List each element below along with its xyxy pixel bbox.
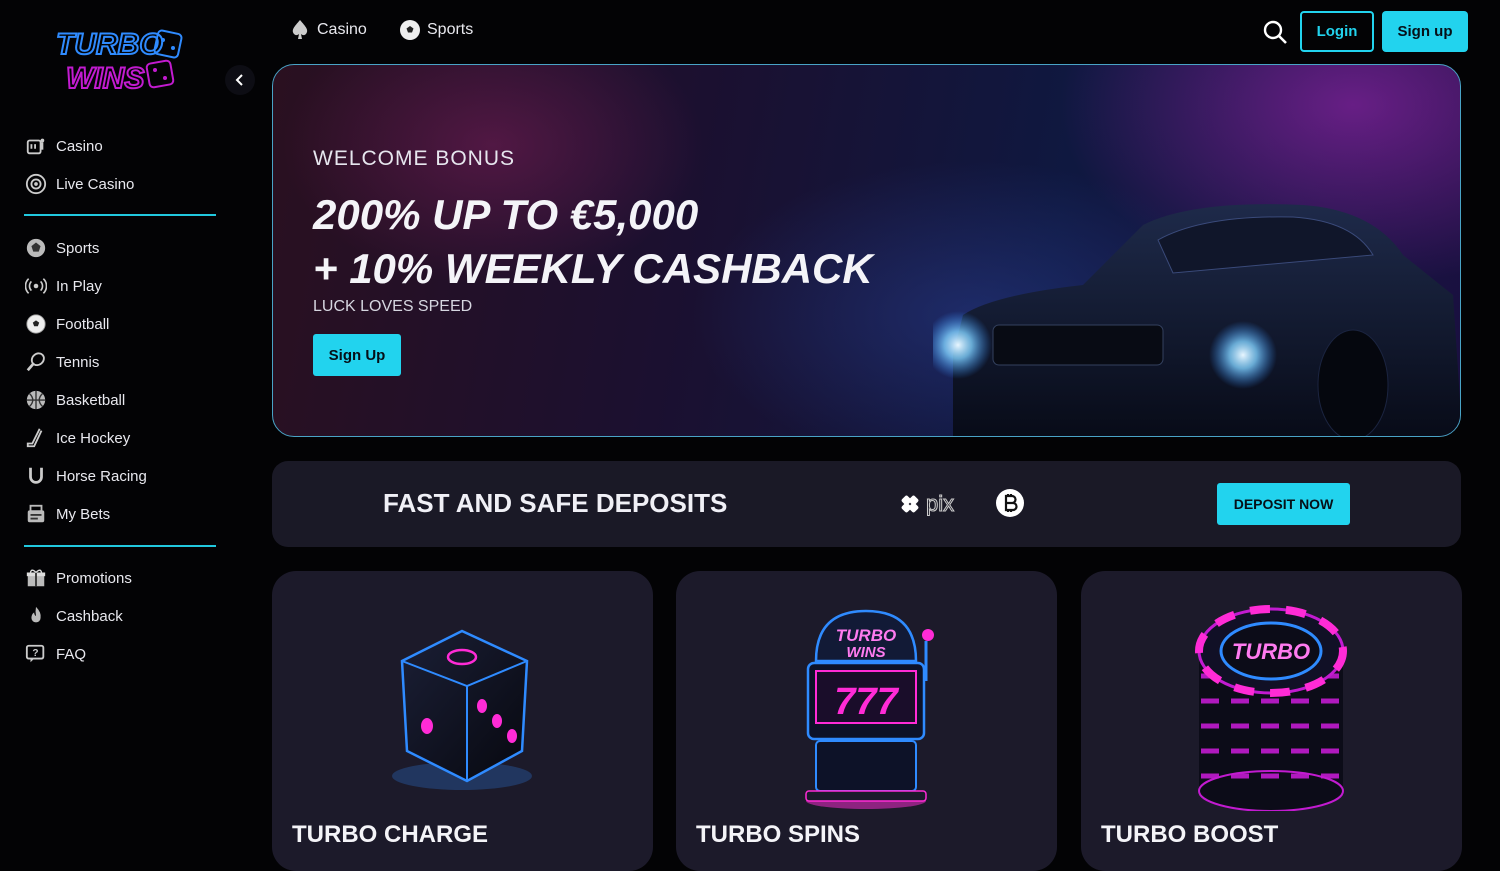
sidebar-item-label: Live Casino [56, 175, 135, 193]
tennis-icon [24, 350, 48, 374]
chip-stack-image: TURBO [1195, 605, 1347, 811]
in-play-icon [24, 274, 48, 298]
sidebar-item-live-casino[interactable]: Live Casino [24, 165, 216, 203]
pix-logo: pix [901, 491, 955, 517]
svg-text:WINS: WINS [846, 644, 885, 661]
promo-card-title: TURBO BOOST [1101, 821, 1279, 848]
promo-card-turbo-charge[interactable]: TURBO CHARGE [272, 571, 653, 871]
nav-group-promotions: Promotions Cashback ? FAQ [24, 559, 216, 673]
deposit-now-button[interactable]: DEPOSIT NOW [1217, 483, 1350, 525]
promo-card-title: TURBO CHARGE [292, 821, 488, 848]
svg-text:WINS: WINS [66, 62, 144, 95]
sidebar-item-in-play[interactable]: In Play [24, 267, 216, 305]
sidebar-item-label: Basketball [56, 391, 126, 409]
top-nav-casino[interactable]: Casino [288, 18, 367, 42]
flame-icon [24, 604, 48, 628]
sidebar-item-casino[interactable]: Casino [24, 127, 216, 165]
sidebar-item-sports[interactable]: Sports [24, 229, 216, 267]
sidebar-item-label: Tennis [56, 353, 100, 371]
faq-icon: ? [24, 642, 48, 666]
football-icon [24, 312, 48, 336]
deposit-bar: FAST AND SAFE DEPOSITS pix DEPOSIT NOW [272, 461, 1461, 547]
sidebar-item-promotions[interactable]: Promotions [24, 559, 216, 597]
gift-icon [24, 566, 48, 590]
sidebar-item-label: Cashback [56, 607, 123, 625]
sidebar-item-ice-hockey[interactable]: Ice Hockey [24, 419, 216, 457]
horse-racing-icon [24, 464, 48, 488]
hero-headline-line1: 200% UP TO €5,000 [313, 191, 699, 238]
basketball-icon [24, 388, 48, 412]
sidebar-item-basketball[interactable]: Basketball [24, 381, 216, 419]
top-nav-sports[interactable]: Sports [398, 18, 473, 42]
sidebar-item-faq[interactable]: ? FAQ [24, 635, 216, 673]
top-nav-sports-label: Sports [427, 21, 474, 38]
sidebar-item-tennis[interactable]: Tennis [24, 343, 216, 381]
svg-text:TURBO: TURBO [1232, 639, 1310, 664]
ice-hockey-icon [24, 426, 48, 450]
football-icon [400, 20, 420, 40]
casino-icon [24, 134, 48, 158]
hero-tagline: LUCK LOVES SPEED [313, 298, 473, 315]
sidebar-divider [24, 214, 216, 216]
neon-dice-image [392, 629, 532, 790]
svg-text:TURBO: TURBO [56, 28, 163, 61]
sidebar-item-label: Casino [56, 137, 103, 155]
sidebar-item-label: FAQ [56, 645, 87, 663]
sidebar-item-label: Promotions [56, 569, 132, 587]
deposit-title: FAST AND SAFE DEPOSITS [383, 488, 728, 518]
bitcoin-icon [996, 489, 1024, 517]
login-button[interactable]: Login [1300, 11, 1374, 52]
live-casino-icon [24, 172, 48, 196]
hero-headline-line2: + 10% WEEKLY CASHBACK [313, 245, 873, 292]
sidebar-item-my-bets[interactable]: My Bets [24, 495, 216, 533]
slot-machine-image: TURBO WINS 777 [805, 609, 934, 809]
promo-card-turbo-spins[interactable]: TURBO WINS 777 TURBO SPINS [676, 571, 1057, 871]
svg-text:?: ? [32, 648, 38, 659]
promo-card-turbo-boost[interactable]: TURBO TURBO BOOST [1081, 571, 1462, 871]
sidebar-item-label: Ice Hockey [56, 429, 131, 447]
search-icon[interactable] [1262, 19, 1288, 45]
hero-kicker: WELCOME BONUS [313, 147, 516, 170]
promo-card-title: TURBO SPINS [696, 821, 861, 848]
sidebar-item-cashback[interactable]: Cashback [24, 597, 216, 635]
sidebar-item-horse-racing[interactable]: Horse Racing [24, 457, 216, 495]
hero-signup-button[interactable]: Sign Up [313, 334, 401, 376]
signup-button[interactable]: Sign up [1382, 11, 1468, 52]
nav-group-sports: Sports In Play Football Tennis Basketbal… [24, 229, 216, 533]
svg-text:pix: pix [926, 491, 954, 516]
sidebar-item-label: In Play [56, 277, 102, 295]
top-bar: Casino Sports Login Sign up [240, 0, 1500, 64]
my-bets-icon [24, 502, 48, 526]
sidebar-item-football[interactable]: Football [24, 305, 216, 343]
svg-text:TURBO: TURBO [836, 626, 896, 645]
sidebar-item-label: Sports [56, 239, 100, 257]
sports-icon [24, 236, 48, 260]
top-nav-casino-label: Casino [317, 21, 367, 38]
welcome-bonus-banner[interactable]: WELCOME BONUS 200% UP TO €5,000 + 10% WE… [272, 64, 1461, 437]
muscle-car-image [933, 204, 1460, 436]
sidebar-item-label: Horse Racing [56, 467, 147, 485]
chevron-left-icon [235, 74, 243, 86]
sidebar: TURBO WINS Casino Live Casino Sports In … [0, 0, 255, 844]
sidebar-divider [24, 545, 216, 547]
svg-text:777: 777 [834, 681, 899, 723]
collapse-sidebar-button[interactable] [225, 65, 255, 95]
turbowins-logo[interactable]: TURBO WINS [52, 22, 192, 102]
sidebar-item-label: Football [56, 315, 110, 333]
spade-icon [292, 20, 308, 39]
sidebar-item-label: My Bets [56, 505, 111, 523]
nav-group-casino: Casino Live Casino [24, 127, 216, 203]
